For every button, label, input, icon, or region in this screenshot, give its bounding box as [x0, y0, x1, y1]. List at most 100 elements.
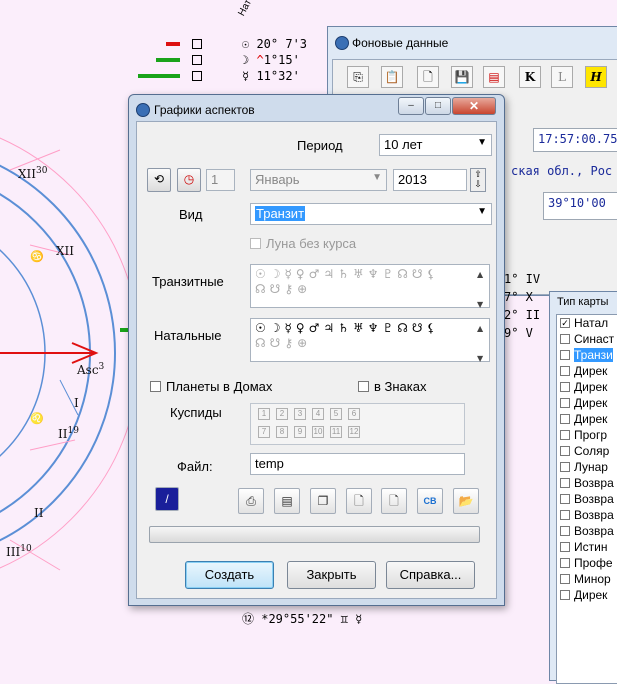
chart-type-checkbox[interactable]	[560, 478, 570, 488]
page-blank-icon[interactable]: 🗋	[381, 488, 407, 514]
chart-type-checkbox[interactable]	[560, 526, 570, 536]
checkbox-box[interactable]	[250, 238, 261, 249]
cusp-checkbox[interactable]: 1	[258, 408, 270, 420]
year-spinner[interactable]: ⇧ ⇩	[470, 168, 486, 192]
chart-type-item[interactable]: Возвра	[557, 523, 617, 539]
in-signs-checkbox[interactable]: в Знаках	[358, 379, 426, 394]
cusp-checkbox[interactable]: 8	[276, 426, 288, 438]
new-doc-icon[interactable]: 🗋	[417, 66, 439, 88]
minimize-button[interactable]: –	[398, 97, 424, 115]
copy-pages-icon[interactable]: ❐	[310, 488, 336, 514]
chart-type-checkbox[interactable]	[560, 334, 570, 344]
refresh-date-icon[interactable]: ⟲	[147, 168, 171, 192]
cusp-checkbox[interactable]: 2	[276, 408, 288, 420]
chart-type-checkbox[interactable]	[560, 414, 570, 424]
day-field[interactable]: 1	[206, 169, 235, 191]
close-icon[interactable]: ✕	[452, 97, 496, 115]
chart-type-item[interactable]: Минор	[557, 571, 617, 587]
chart-type-item[interactable]: Профе	[557, 555, 617, 571]
cusp-checkbox[interactable]: 9	[294, 426, 306, 438]
natal-planets-list[interactable]: ☉☽☿♀♂♃♄♅♆♇☊☋⚸ ☊☋⚷⊕ ▲ ▼	[250, 318, 490, 363]
create-button[interactable]: Создать	[185, 561, 274, 589]
copy-icon[interactable]: ⎘	[347, 66, 369, 88]
period-select[interactable]: 10 лет ▼	[379, 134, 492, 156]
aspect-box	[192, 71, 202, 81]
month-select[interactable]: Январь ▼	[250, 169, 387, 191]
chart-type-checkbox[interactable]	[560, 462, 570, 472]
chart-type-item[interactable]: Лунар	[557, 459, 617, 475]
chart-type-checkbox[interactable]	[560, 398, 570, 408]
transit-planets-list[interactable]: ☉☽☿♀♂♃♄♅♆♇☊☋⚸ ☊☋⚷⊕ ▲ ▼	[250, 264, 490, 309]
cusp-checkbox[interactable]: 6	[348, 408, 360, 420]
chart-type-item[interactable]: Дирек	[557, 363, 617, 379]
chart-type-label: Возвра	[574, 476, 614, 490]
chart-type-checkbox[interactable]	[560, 494, 570, 504]
checkbox-box[interactable]	[358, 381, 369, 392]
chart-type-item[interactable]: Дирек	[557, 411, 617, 427]
place-field[interactable]: ская обл., Рос	[511, 160, 617, 186]
chart-type-item[interactable]: Транзи	[557, 347, 617, 363]
edit-pen-icon[interactable]: /	[155, 487, 179, 511]
chart-type-item[interactable]: Дирек	[557, 587, 617, 603]
help-button[interactable]: Справка...	[386, 561, 475, 589]
chart-type-item[interactable]: Истин	[557, 539, 617, 555]
l-icon[interactable]: L	[551, 66, 573, 88]
cusp-checkbox[interactable]: 7	[258, 426, 270, 438]
chart-type-checkbox[interactable]	[560, 382, 570, 392]
chart-type-item[interactable]: Дирек	[557, 395, 617, 411]
chart-type-item[interactable]: Возвра	[557, 491, 617, 507]
cusp-checkbox[interactable]: 4	[312, 408, 324, 420]
cusp-checkbox[interactable]: 10	[312, 426, 324, 438]
chart-type-checkbox[interactable]	[560, 430, 570, 440]
cusp-checkbox[interactable]: 5	[330, 408, 342, 420]
paste-icon[interactable]: 📋	[381, 66, 403, 88]
chart-type-checkbox[interactable]	[560, 366, 570, 376]
calendar-icon[interactable]: ◷	[177, 168, 201, 192]
cusp-checkbox[interactable]: 3	[294, 408, 306, 420]
chart-type-checkbox[interactable]	[560, 542, 570, 552]
spin-down-icon[interactable]: ⇩	[471, 179, 485, 189]
moon-void-checkbox[interactable]: Луна без курса	[250, 236, 356, 251]
cb-icon[interactable]: CB	[417, 488, 443, 514]
print-preview-icon[interactable]: ▤	[274, 488, 300, 514]
time-field[interactable]: 17:57:00.75	[533, 128, 617, 152]
save-icon[interactable]: 💾	[451, 66, 473, 88]
coord-field[interactable]: 39°10'00	[543, 192, 617, 220]
checkbox-box[interactable]	[150, 381, 161, 392]
chart-type-checkbox[interactable]	[560, 510, 570, 520]
chart-type-item[interactable]: Прогр	[557, 427, 617, 443]
cusp-checkbox[interactable]: 12	[348, 426, 360, 438]
file-input[interactable]: temp	[250, 453, 465, 475]
transit-label: Транзитные	[152, 274, 224, 289]
period-value: 10 лет	[384, 137, 423, 152]
chart-type-item[interactable]: Дирек	[557, 379, 617, 395]
chart-type-item[interactable]: ✓ Натал	[557, 315, 617, 331]
printer-icon[interactable]: ⎙	[238, 488, 264, 514]
open-folder-icon[interactable]: 📂	[453, 488, 479, 514]
k-icon[interactable]: K	[519, 66, 541, 88]
chart-type-checkbox[interactable]	[560, 350, 570, 360]
maximize-button[interactable]: □	[425, 97, 451, 115]
planets-in-houses-checkbox[interactable]: Планеты в Домах	[150, 379, 272, 394]
year-field[interactable]: 2013	[393, 169, 467, 191]
chart-type-item[interactable]: Возвра	[557, 507, 617, 523]
chart-type-checkbox[interactable]	[560, 590, 570, 600]
h-icon[interactable]: H	[585, 66, 607, 88]
chart-type-item[interactable]: Возвра	[557, 475, 617, 491]
chart-type-item[interactable]: Соляр	[557, 443, 617, 459]
grid-icon[interactable]: ▤	[483, 66, 505, 88]
chart-type-item[interactable]: Синаст	[557, 331, 617, 347]
in-signs-label: в Знаках	[374, 379, 427, 394]
view-select[interactable]: Транзит ▼	[250, 203, 492, 225]
chart-type-checkbox[interactable]: ✓	[560, 318, 570, 328]
list-scrollbar[interactable]: ▲ ▼	[477, 267, 487, 309]
spin-up-icon[interactable]: ⇧	[471, 169, 485, 179]
cusp-checkbox[interactable]: 11	[330, 426, 342, 438]
close-button[interactable]: Закрыть	[287, 561, 376, 589]
chart-type-checkbox[interactable]	[560, 558, 570, 568]
chart-type-list[interactable]: ✓ Натал Синаст Транзи Дирек Дирек Дирек Дирек Пр…	[556, 314, 617, 684]
page-icon[interactable]: 🗋	[346, 488, 372, 514]
chart-type-checkbox[interactable]	[560, 574, 570, 584]
list-scrollbar[interactable]: ▲ ▼	[477, 321, 487, 363]
chart-type-checkbox[interactable]	[560, 446, 570, 456]
